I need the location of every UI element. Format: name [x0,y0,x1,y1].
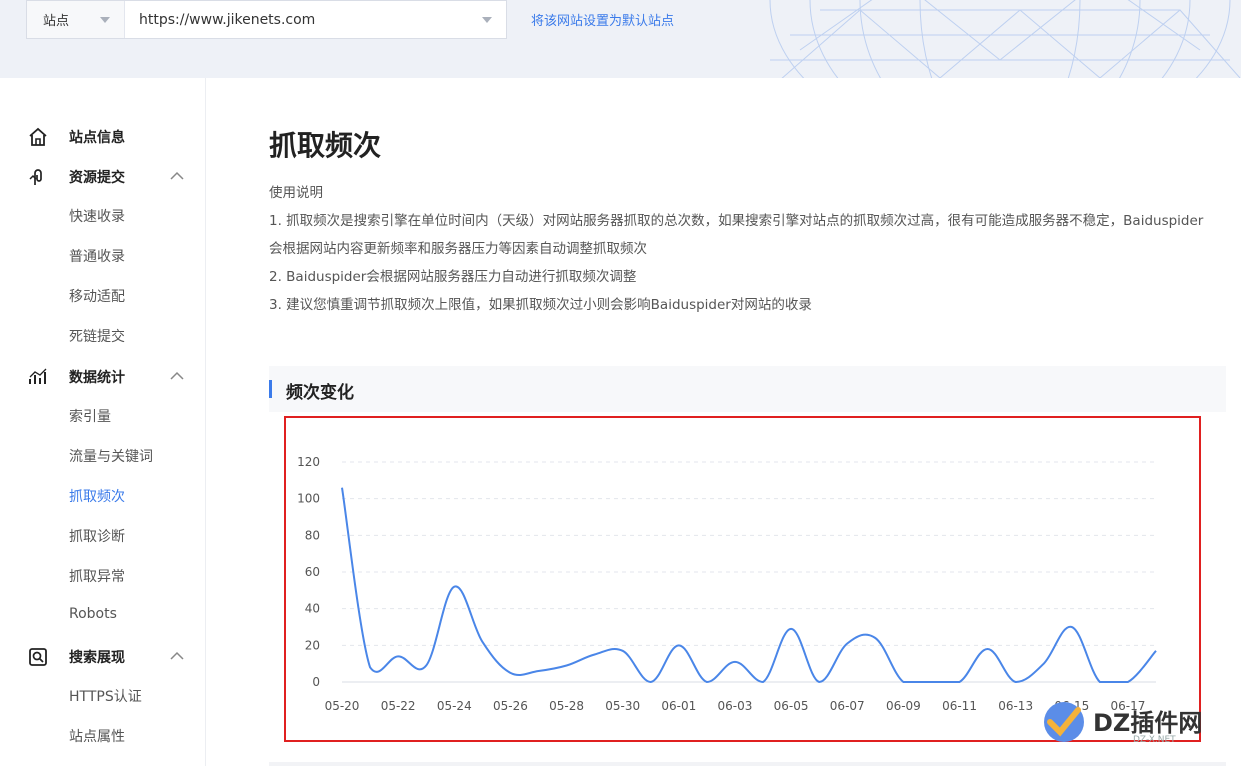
site-url-dropdown[interactable]: https://www.jikenets.com [125,1,506,38]
sidebar-item-traffic-keywords[interactable]: 流量与关键词 [69,446,153,466]
chevron-up-icon[interactable] [170,651,184,661]
y-tick-label: 100 [297,492,320,506]
usage-line: 2. Baiduspider会根据网站服务器压力自动进行抓取频次调整 [269,269,637,285]
x-tick-label: 06-03 [718,699,753,713]
usage-line: 3. 建议您慎重调节抓取频次上限值，如果抓取频次过小则会影响Baiduspide… [269,297,812,313]
section-accent-bar [269,380,272,398]
globe-decoration-icon [769,0,1241,78]
sidebar-item-crawl-diagnosis[interactable]: 抓取诊断 [69,526,125,546]
y-tick-label: 120 [297,455,320,469]
y-tick-label: 20 [305,638,320,652]
sidebar-item-mobile-adapt[interactable]: 移动适配 [69,286,125,306]
y-tick-label: 0 [312,675,320,689]
chevron-up-icon[interactable] [170,371,184,381]
section-header: 频次变化 [269,366,1226,412]
series-line [341,487,1157,684]
sidebar-group-label: 搜索展现 [69,650,125,666]
chevron-up-icon[interactable] [170,171,184,181]
chevron-down-icon [482,17,492,23]
x-tick-label: 05-24 [437,699,472,713]
site-type-dropdown[interactable]: 站点 [27,1,125,38]
y-tick-label: 40 [305,602,320,616]
sidebar-item-fast-index[interactable]: 快速收录 [69,206,125,226]
sidebar-item-index-volume[interactable]: 索引量 [69,406,111,426]
sidebar-item-site-attributes[interactable]: 站点属性 [69,726,125,746]
frequency-chart-container: 0 20 40 60 80 100 120 05-20 05-22 05-24 05-26 05-28… [284,416,1201,742]
x-tick-label: 06-07 [830,699,865,713]
x-tick-label: 06-11 [942,699,977,713]
y-tick-label: 60 [305,565,320,579]
x-tick-label: 05-28 [549,699,584,713]
site-url-value: https://www.jikenets.com [139,11,316,28]
set-default-site-link[interactable]: 将该网站设置为默认站点 [531,10,674,29]
sidebar-group-data-stats[interactable]: 数据统计 [0,357,206,397]
sidebar-item-robots[interactable]: Robots [69,606,117,622]
x-tick-label: 06-05 [774,699,809,713]
search-display-icon [29,648,47,666]
usage-title: 使用说明 [269,185,323,201]
section-title: 频次变化 [286,383,354,403]
x-tick-label: 06-09 [886,699,921,713]
y-tick-label: 80 [305,528,320,542]
sidebar-item-crawl-frequency[interactable]: 抓取频次 [69,486,125,506]
sidebar-item-normal-index[interactable]: 普通收录 [69,246,125,266]
x-tick-label: 05-20 [325,699,360,713]
sidebar: 站点信息 资源提交 快速收录 普通收录 移动适配 死链提交 数据统计 索引量 流… [0,78,206,766]
sidebar-item-https[interactable]: HTTPS认证 [69,686,142,706]
stats-icon [29,368,47,384]
sidebar-group-label: 站点信息 [69,130,125,146]
watermark-text: DZ插件网 [1093,709,1203,737]
x-tick-label: 05-26 [493,699,528,713]
sidebar-group-search-display[interactable]: 搜索展现 [0,637,206,677]
sidebar-group-resource-submit[interactable]: 资源提交 [0,157,206,197]
top-banner: 站点 https://www.jikenets.com 将该网站设置为默认站点 [0,0,1241,78]
frequency-line-chart[interactable]: 0 20 40 60 80 100 120 05-20 05-22 05-24 05-26 05-28… [286,418,1199,740]
usage-line: 1. 抓取频次是搜索引擎在单位时间内（天级）对网站服务器抓取的总次数，如果搜索引… [269,213,1204,229]
dz-logo-icon [1044,702,1084,742]
chevron-down-icon [100,17,110,23]
home-icon [29,127,47,146]
x-tick-label: 06-13 [998,699,1033,713]
submit-icon [29,169,42,185]
sidebar-group-label: 资源提交 [69,170,125,186]
sidebar-group-site-info[interactable]: 站点信息 [0,117,206,157]
divider [269,762,1226,766]
site-selector: 站点 https://www.jikenets.com [26,0,507,39]
sidebar-item-crawl-errors[interactable]: 抓取异常 [69,566,125,586]
sidebar-item-dead-link[interactable]: 死链提交 [69,326,125,346]
x-tick-label: 05-22 [381,699,416,713]
x-tick-label: 06-01 [661,699,696,713]
usage-line: 会根据网站内容更新频率和服务器压力等因素自动调整抓取频次 [269,241,647,257]
x-tick-label: 05-30 [605,699,640,713]
watermark-subtext: DZ-X.NET [1133,735,1176,745]
site-type-label: 站点 [43,14,70,29]
page-title: 抓取频次 [269,129,382,162]
sidebar-group-label: 数据统计 [69,370,125,386]
